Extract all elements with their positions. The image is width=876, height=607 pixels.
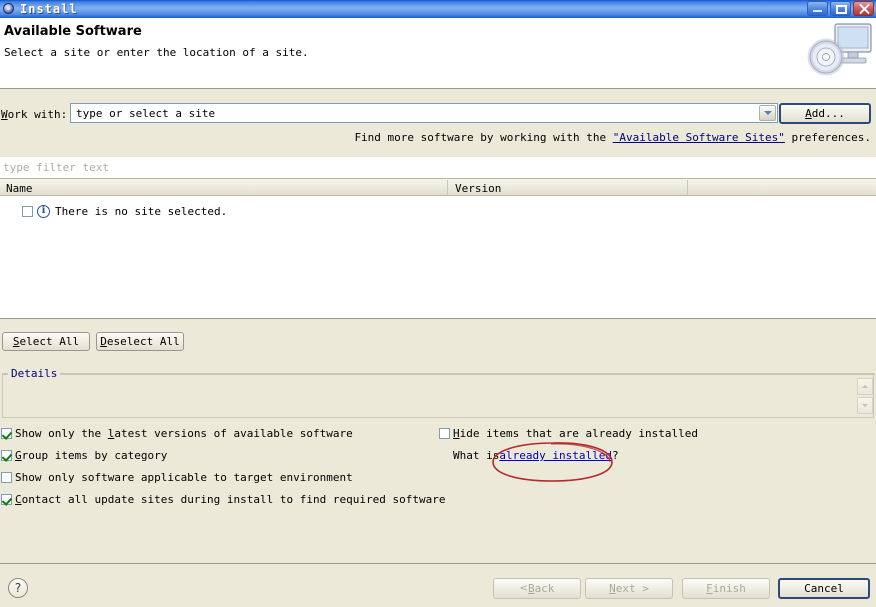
chevron-down-icon[interactable] — [759, 105, 776, 121]
title-bar: Install — [0, 0, 876, 18]
deselect-all-button[interactable]: Deselect All — [96, 332, 184, 351]
window-controls — [807, 1, 874, 16]
help-button[interactable]: ? — [8, 578, 28, 598]
scroll-down-icon[interactable] — [857, 397, 873, 414]
work-with-label: Work with: — [1, 108, 68, 121]
filter-input[interactable]: type filter text — [0, 157, 876, 179]
software-table[interactable]: Name Version i There is no site selected… — [0, 179, 876, 318]
option-group-by-category[interactable]: Group items by category — [1, 449, 167, 462]
maximize-button[interactable] — [830, 1, 851, 16]
option-show-latest-versions[interactable]: Show only the latest versions of availab… — [1, 427, 353, 440]
cd-monitor-icon — [807, 23, 872, 76]
checkbox[interactable] — [1, 450, 12, 461]
scroll-up-icon[interactable] — [857, 378, 873, 395]
already-installed-link[interactable]: already installed — [499, 449, 612, 462]
column-divider-2[interactable] — [687, 180, 688, 195]
page-title: Available Software — [4, 24, 142, 39]
info-icon: i — [37, 204, 50, 218]
select-all-button[interactable]: Select All — [2, 332, 90, 351]
finish-button[interactable]: Finish — [682, 578, 770, 599]
minimize-button[interactable] — [807, 1, 828, 16]
checkbox[interactable] — [439, 428, 450, 439]
details-scrollbar[interactable] — [857, 378, 873, 414]
available-software-sites-link[interactable]: "Available Software Sites" — [613, 131, 785, 144]
next-button[interactable]: Next > — [585, 578, 673, 599]
work-with-value: type or select a site — [76, 107, 216, 120]
table-divider — [0, 318, 876, 319]
what-is-already-installed-text: What is already installed? — [453, 449, 619, 462]
row-checkbox[interactable] — [22, 205, 33, 217]
option-label: Contact all update sites during install … — [15, 493, 446, 506]
option-label: Group items by category — [15, 449, 168, 462]
red-ellipse-highlight — [492, 442, 613, 482]
cancel-button[interactable]: Cancel — [778, 578, 870, 599]
install-dialog: Install Available Software Select a site… — [0, 0, 876, 607]
option-hide-already-installed[interactable]: Hide items that are already installed — [439, 427, 698, 440]
column-divider-1[interactable] — [447, 180, 448, 195]
details-group-label: Details — [8, 367, 61, 380]
what-is-suffix: ? — [611, 449, 619, 462]
install-disc-icon — [2, 2, 16, 16]
banner-divider — [0, 88, 876, 89]
checkbox[interactable] — [1, 428, 12, 439]
add-site-button[interactable]: Add... — [779, 103, 871, 124]
back-button[interactable]: < Back — [493, 578, 581, 599]
table-row[interactable]: i There is no site selected. — [22, 203, 227, 219]
window-title: Install — [20, 2, 78, 16]
option-label: Show only software applicable to target … — [15, 471, 353, 484]
page-subtitle: Select a site or enter the location of a… — [4, 46, 309, 59]
work-with-combo[interactable]: type or select a site — [70, 103, 778, 123]
close-button[interactable] — [853, 1, 874, 16]
what-is-prefix: What is — [453, 449, 500, 462]
checkbox[interactable] — [1, 472, 12, 483]
details-group-box — [2, 373, 875, 418]
option-label: Show only the latest versions of availab… — [15, 427, 353, 440]
column-header-version[interactable]: Version — [455, 182, 501, 195]
option-show-applicable-to-target[interactable]: Show only software applicable to target … — [1, 471, 353, 484]
option-label: Hide items that are already installed — [453, 427, 699, 440]
option-contact-all-update-sites[interactable]: Contact all update sites during install … — [1, 493, 445, 506]
wizard-banner: Available Software Select a site or ente… — [0, 18, 876, 89]
checkbox[interactable] — [1, 494, 12, 505]
table-header: Name Version — [0, 179, 876, 196]
find-more-prefix: Find more software by working with the — [354, 131, 613, 144]
column-header-name[interactable]: Name — [6, 182, 33, 195]
row-name: There is no site selected. — [55, 204, 228, 218]
find-more-suffix: preferences. — [784, 131, 871, 144]
filter-placeholder: type filter text — [3, 161, 109, 174]
footer-divider — [0, 563, 876, 564]
find-more-software-text: Find more software by working with the "… — [354, 131, 871, 144]
